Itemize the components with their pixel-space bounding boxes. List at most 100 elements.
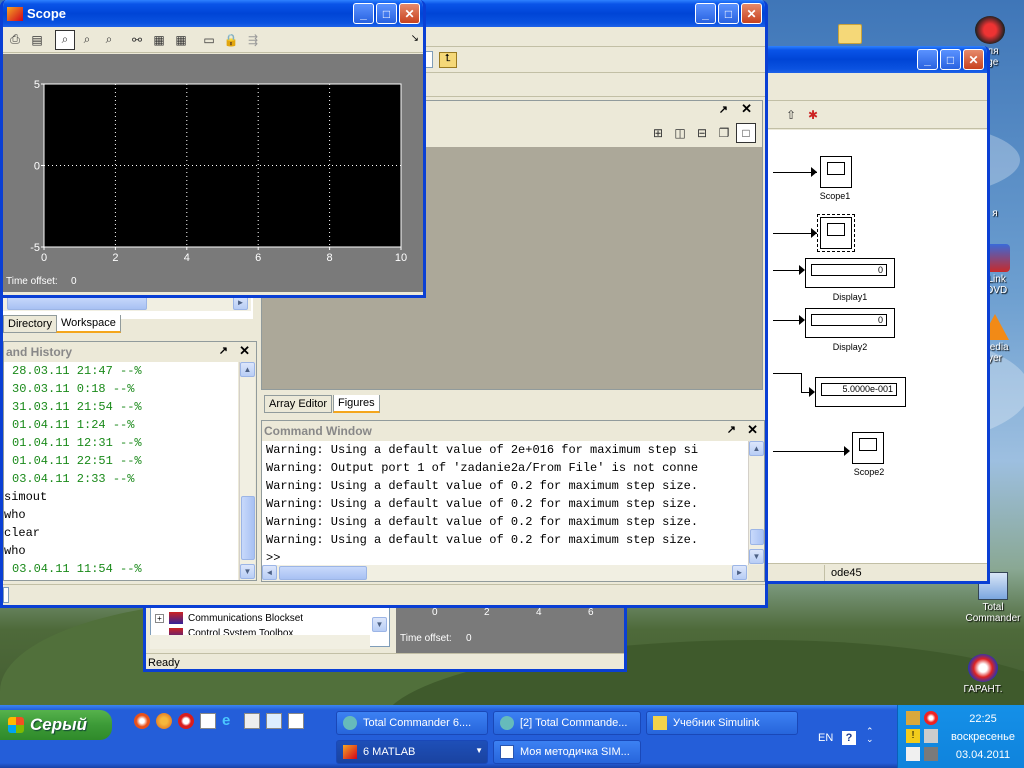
history-command-line[interactable]: who xyxy=(4,542,238,560)
float-icon[interactable]: ❐ xyxy=(714,123,734,143)
history-session-line[interactable]: 01.04.11 1:24 --% xyxy=(4,416,238,434)
parameters-icon[interactable]: ▤ xyxy=(27,30,47,50)
history-command-line[interactable]: clear xyxy=(4,524,238,542)
up-arrow-icon[interactable]: ⇧ xyxy=(781,105,801,125)
minimize-button[interactable]: _ xyxy=(695,3,716,24)
scroll-thumb[interactable] xyxy=(7,296,147,310)
autoscale-icon[interactable]: ⚯ xyxy=(127,30,147,50)
tile-rows-icon[interactable]: ⊟ xyxy=(692,123,712,143)
history-list[interactable]: 28.03.11 21:47 --% 30.03.11 0:18 --% 31.03… xyxy=(4,362,238,580)
minimize-button[interactable]: _ xyxy=(917,49,938,70)
scope2-block[interactable] xyxy=(852,432,884,464)
scope-axes[interactable] xyxy=(43,83,402,248)
firefox-icon[interactable] xyxy=(156,713,172,729)
network-icon[interactable] xyxy=(924,729,938,743)
signal-line[interactable] xyxy=(773,373,801,374)
scroll-thumb[interactable] xyxy=(750,529,764,545)
command-output[interactable]: Warning: Using a default value of 2e+016… xyxy=(262,441,748,565)
history-session-line[interactable]: 03.04.11 11:54 --% xyxy=(4,560,238,578)
tile-grid-icon[interactable]: ⊞ xyxy=(648,123,668,143)
debug-icon[interactable]: ✱ xyxy=(803,105,823,125)
print-icon[interactable]: ⎙ xyxy=(5,30,25,50)
maximize-figure-icon[interactable]: □ xyxy=(736,123,756,143)
lock-icon[interactable]: 🔒 xyxy=(221,30,241,50)
close-panel-icon[interactable]: ✕ xyxy=(239,343,250,359)
restore-axes-icon[interactable]: ▦ xyxy=(171,30,191,50)
scroll-thumb[interactable] xyxy=(279,566,367,580)
expand-icon[interactable]: + xyxy=(155,613,164,623)
tree-item[interactable]: + Communications Blockset xyxy=(155,612,303,624)
minimize-button[interactable]: _ xyxy=(353,3,374,24)
warning-icon[interactable]: ! xyxy=(906,729,920,743)
close-panel-icon[interactable]: ✕ xyxy=(741,101,752,117)
command-prompt[interactable]: >> xyxy=(266,549,748,565)
notepad-icon[interactable] xyxy=(244,713,260,729)
desktop-icon-garant[interactable]: ГАРАНТ. xyxy=(948,654,1018,695)
tab-array-editor[interactable]: Array Editor xyxy=(264,395,333,413)
history-command-line[interactable]: who xyxy=(4,506,238,524)
tile-columns-icon[interactable]: ◫ xyxy=(670,123,690,143)
scroll-left-button[interactable]: ◄ xyxy=(262,565,277,580)
clock-time[interactable]: 22:25 xyxy=(944,713,1022,725)
scroll-up-button[interactable]: ▲ xyxy=(749,441,764,456)
undock-icon[interactable]: ↗ xyxy=(727,423,736,436)
save-axes-icon[interactable]: ▦ xyxy=(149,30,169,50)
scroll-down-button[interactable]: ▼ xyxy=(240,564,255,579)
history-session-line[interactable]: 31.03.11 21:54 --% xyxy=(4,398,238,416)
task-word-doc[interactable]: Моя методичка SIM... xyxy=(493,740,641,764)
usb-icon[interactable] xyxy=(924,747,938,761)
model-canvas[interactable]: Scope1 0 Display1 0 Display2 5.0000e-001 xyxy=(755,130,987,563)
explorer-icon[interactable] xyxy=(200,713,216,729)
command-vscroll[interactable]: ▲ ▼ xyxy=(748,441,764,565)
history-session-line[interactable]: 01.04.11 12:31 --% xyxy=(4,434,238,452)
folder-icon[interactable] xyxy=(838,24,862,44)
scroll-down-button[interactable]: ▼ xyxy=(749,549,764,564)
tab-directory[interactable]: Directory xyxy=(3,315,58,333)
current-dir-field[interactable] xyxy=(425,51,433,68)
volume-icon[interactable] xyxy=(906,747,920,761)
task-simulink-book[interactable]: Учебник Simulink xyxy=(646,711,798,735)
quicklaunch-icon[interactable] xyxy=(134,713,150,729)
tab-workspace[interactable]: Workspace xyxy=(56,315,121,333)
signal-selection-icon[interactable]: ⇶ xyxy=(243,30,263,50)
language-indicator[interactable]: EN xyxy=(818,732,833,744)
display2-block[interactable]: 0 xyxy=(805,308,895,338)
scroll-thumb[interactable] xyxy=(241,496,255,560)
scope-block-selected[interactable] xyxy=(817,214,855,252)
simulink-title-bar[interactable]: _ □ ✕ xyxy=(755,46,987,73)
start-button[interactable]: Серый xyxy=(0,710,112,740)
scope-chart[interactable]: 0 2 4 6 8 10-505 xyxy=(3,54,423,292)
history-session-line[interactable]: 03.04.11 2:33 --% xyxy=(4,470,238,488)
close-button[interactable]: ✕ xyxy=(963,49,984,70)
undock-icon[interactable]: ↗ xyxy=(219,344,228,357)
undock-icon[interactable]: ↗ xyxy=(719,103,728,116)
display3-block[interactable]: 5.0000e-001 xyxy=(815,377,906,407)
scroll-right-button[interactable]: ► xyxy=(732,565,747,580)
command-hscroll[interactable]: ◄ ► xyxy=(262,565,748,581)
scroll-down-button[interactable]: ▼ xyxy=(372,617,387,632)
history-command-line[interactable]: simout xyxy=(4,488,238,506)
zoom-y-icon[interactable]: ⌕ xyxy=(99,30,119,50)
task-total-commander-1[interactable]: Total Commander 6.... xyxy=(336,711,488,735)
browse-folder-icon[interactable]: ⮤ xyxy=(439,52,457,68)
ie-icon[interactable]: e xyxy=(222,713,238,729)
tray-icon[interactable] xyxy=(906,711,920,725)
task-total-commander-2[interactable]: [2] Total Commande... xyxy=(493,711,641,735)
signal-line[interactable] xyxy=(773,451,847,452)
chat-icon[interactable] xyxy=(288,713,304,729)
floating-scope-icon[interactable]: ▭ xyxy=(199,30,219,50)
library-hscroll[interactable] xyxy=(150,635,370,649)
maximize-button[interactable]: □ xyxy=(376,3,397,24)
help-icon[interactable]: ? xyxy=(842,731,856,745)
tab-figures[interactable]: Figures xyxy=(333,395,380,413)
history-vscroll[interactable]: ▲ ▼ xyxy=(239,362,255,580)
history-session-line[interactable]: 28.03.11 21:47 --% xyxy=(4,362,238,380)
history-session-line[interactable]: 01.04.11 22:51 --% xyxy=(4,452,238,470)
history-session-line[interactable]: 30.03.11 0:18 --% xyxy=(4,380,238,398)
zoom-x-icon[interactable]: ⌕ xyxy=(77,30,97,50)
app-icon[interactable] xyxy=(266,713,282,729)
close-panel-icon[interactable]: ✕ xyxy=(747,422,758,438)
scope-title-bar[interactable]: Scope _ □ ✕ xyxy=(3,0,423,27)
close-button[interactable]: ✕ xyxy=(741,3,762,24)
antivirus-icon[interactable] xyxy=(924,711,938,725)
